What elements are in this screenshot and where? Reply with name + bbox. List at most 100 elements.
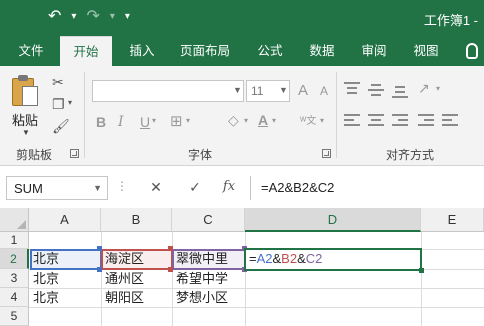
row-header-5[interactable]: 5 [0,307,29,326]
redo-icon[interactable]: ↷ [86,8,99,26]
cell-b3[interactable]: 通州区 [102,270,144,288]
increase-font-icon[interactable]: A [298,82,308,99]
font-color-dropdown-icon[interactable]: ▾ [272,116,276,125]
cell-d2-formula[interactable]: =A2&B2&C2 [246,250,322,268]
fill-color-dropdown-icon[interactable]: ▾ [244,116,248,125]
font-color-icon[interactable]: A [258,112,268,128]
row-header-3[interactable]: 3 [0,269,29,288]
paste-icon[interactable] [10,74,40,110]
chevron-down-icon: ▼ [233,85,242,95]
formula-part: & [297,251,306,266]
ribbon-tabs: 文件 开始 插入 页面布局 公式 数据 审阅 视图 [0,36,484,66]
enter-button[interactable]: ✓ [182,175,208,199]
cancel-button[interactable]: ✕ [143,175,169,199]
group-separator [84,72,85,158]
lightbulb-icon[interactable] [466,43,478,59]
align-right-icon[interactable] [392,114,410,128]
cell-a3[interactable]: 北京 [30,270,59,288]
formula-ref-c2: C2 [305,251,323,266]
gridline [421,232,422,326]
gridline [29,307,484,308]
name-box[interactable]: SUM ▼ [6,176,108,200]
orientation-icon[interactable]: ↗ [418,80,430,97]
align-left-icon[interactable] [344,114,362,128]
cell-c3[interactable]: 希望中学 [173,270,228,288]
row-header-2[interactable]: 2 [0,249,29,269]
phonetic-dropdown-icon[interactable]: ▾ [320,116,324,125]
chevron-down-icon: ▼ [93,183,102,193]
underline-dropdown-icon[interactable]: ▾ [152,116,156,125]
clipboard-group-label: 剪贴板 [16,148,53,162]
font-size-field[interactable]: 11 ▼ [246,80,290,102]
tab-insert[interactable]: 插入 [122,36,162,66]
paste-button[interactable]: 粘贴 [12,110,38,129]
italic-icon[interactable]: I [118,114,124,130]
customize-qat-icon[interactable]: ▾ [125,8,130,26]
group-separator [336,72,337,158]
tab-formulas[interactable]: 公式 [250,36,290,66]
cut-icon[interactable]: ✂ [52,74,64,91]
column-header-a[interactable]: A [29,208,101,232]
tab-review[interactable]: 审阅 [354,36,394,66]
formula-input[interactable]: =A2&B2&C2 [250,176,484,200]
orientation-dropdown-icon[interactable]: ▾ [436,84,440,93]
clipboard-launcher-icon[interactable] [70,149,79,158]
font-launcher-icon[interactable] [322,149,331,158]
top-align-icon[interactable] [344,82,362,98]
row-header-1[interactable]: 1 [0,232,29,249]
tab-data[interactable]: 数据 [302,36,342,66]
bottom-align-icon[interactable] [392,82,410,98]
formula-part: & [272,251,282,266]
tab-view[interactable]: 视图 [406,36,446,66]
format-painter-icon[interactable]: 🖌 [52,118,70,135]
formula-bar: SUM ▼ ⋮ ✕ ✓ fx =A2&B2&C2 [0,166,484,208]
outdent-icon[interactable] [442,114,460,128]
redo-dropdown-icon[interactable]: ▾ [110,8,115,26]
tab-file[interactable]: 文件 [8,36,54,66]
gridline [29,288,484,289]
tab-page-layout[interactable]: 页面布局 [172,36,238,66]
column-header-e[interactable]: E [421,208,484,232]
formula-ref-b2: B2 [281,251,298,266]
cell-c4[interactable]: 梦想小区 [173,289,228,307]
window-title: 工作簿1 - [423,13,478,28]
align-center-icon[interactable] [368,114,386,128]
fill-color-icon[interactable]: ◇ [228,112,239,129]
borders-dropdown-icon[interactable]: ▾ [186,116,190,125]
cell-c2[interactable]: 翠微中里 [173,250,228,268]
tab-home[interactable]: 开始 [60,36,112,66]
title-bar: ↶ ▾ ↷ ▾ ▾ 工作簿1 - [0,0,484,36]
formula-bar-grip-icon[interactable]: ⋮ [116,179,128,193]
middle-align-icon[interactable] [368,82,386,98]
chevron-down-icon: ▼ [279,85,288,95]
cell-b2[interactable]: 海淀区 [102,250,144,268]
quick-access-toolbar: ↶ ▾ ↷ ▾ ▾ [48,8,130,26]
font-group-label: 字体 [188,148,213,162]
copy-icon[interactable]: ❐ [52,96,65,113]
cell-b4[interactable]: 朝阳区 [102,289,144,307]
formula-part: = [249,251,257,266]
indent-icon[interactable] [418,114,436,128]
select-all-button[interactable] [0,208,29,232]
copy-dropdown-icon[interactable]: ▾ [68,98,72,107]
cell-a4[interactable]: 北京 [30,289,59,307]
column-header-c[interactable]: C [172,208,245,232]
decrease-font-icon[interactable]: A [320,84,328,98]
phonetic-icon[interactable]: ᵂ文 [300,112,316,127]
column-header-d[interactable]: D [245,208,421,232]
undo-dropdown-icon[interactable]: ▾ [71,8,76,26]
worksheet-grid[interactable]: A B C D E 1 2 3 4 5 北京 海淀区 翠微中里 =A2&B2&C… [0,208,484,326]
ribbon: 粘贴 ▼ ✂ ❐ ▾ 🖌 剪贴板 ▼ 11 ▼ A A B I U ▾ ⊞ ▾ … [0,66,484,166]
bold-icon[interactable]: B [96,114,106,130]
borders-icon[interactable]: ⊞ [170,112,183,130]
fill-handle[interactable] [419,268,424,273]
font-name-field[interactable]: ▼ [92,80,244,102]
cell-a2[interactable]: 北京 [30,250,59,268]
insert-function-button[interactable]: fx [216,175,242,199]
paste-dropdown-icon[interactable]: ▼ [22,128,30,137]
formula-ref-a2: A2 [256,251,273,266]
row-header-4[interactable]: 4 [0,288,29,307]
undo-icon[interactable]: ↶ [48,8,61,26]
underline-icon[interactable]: U [140,114,150,130]
column-header-b[interactable]: B [101,208,172,232]
